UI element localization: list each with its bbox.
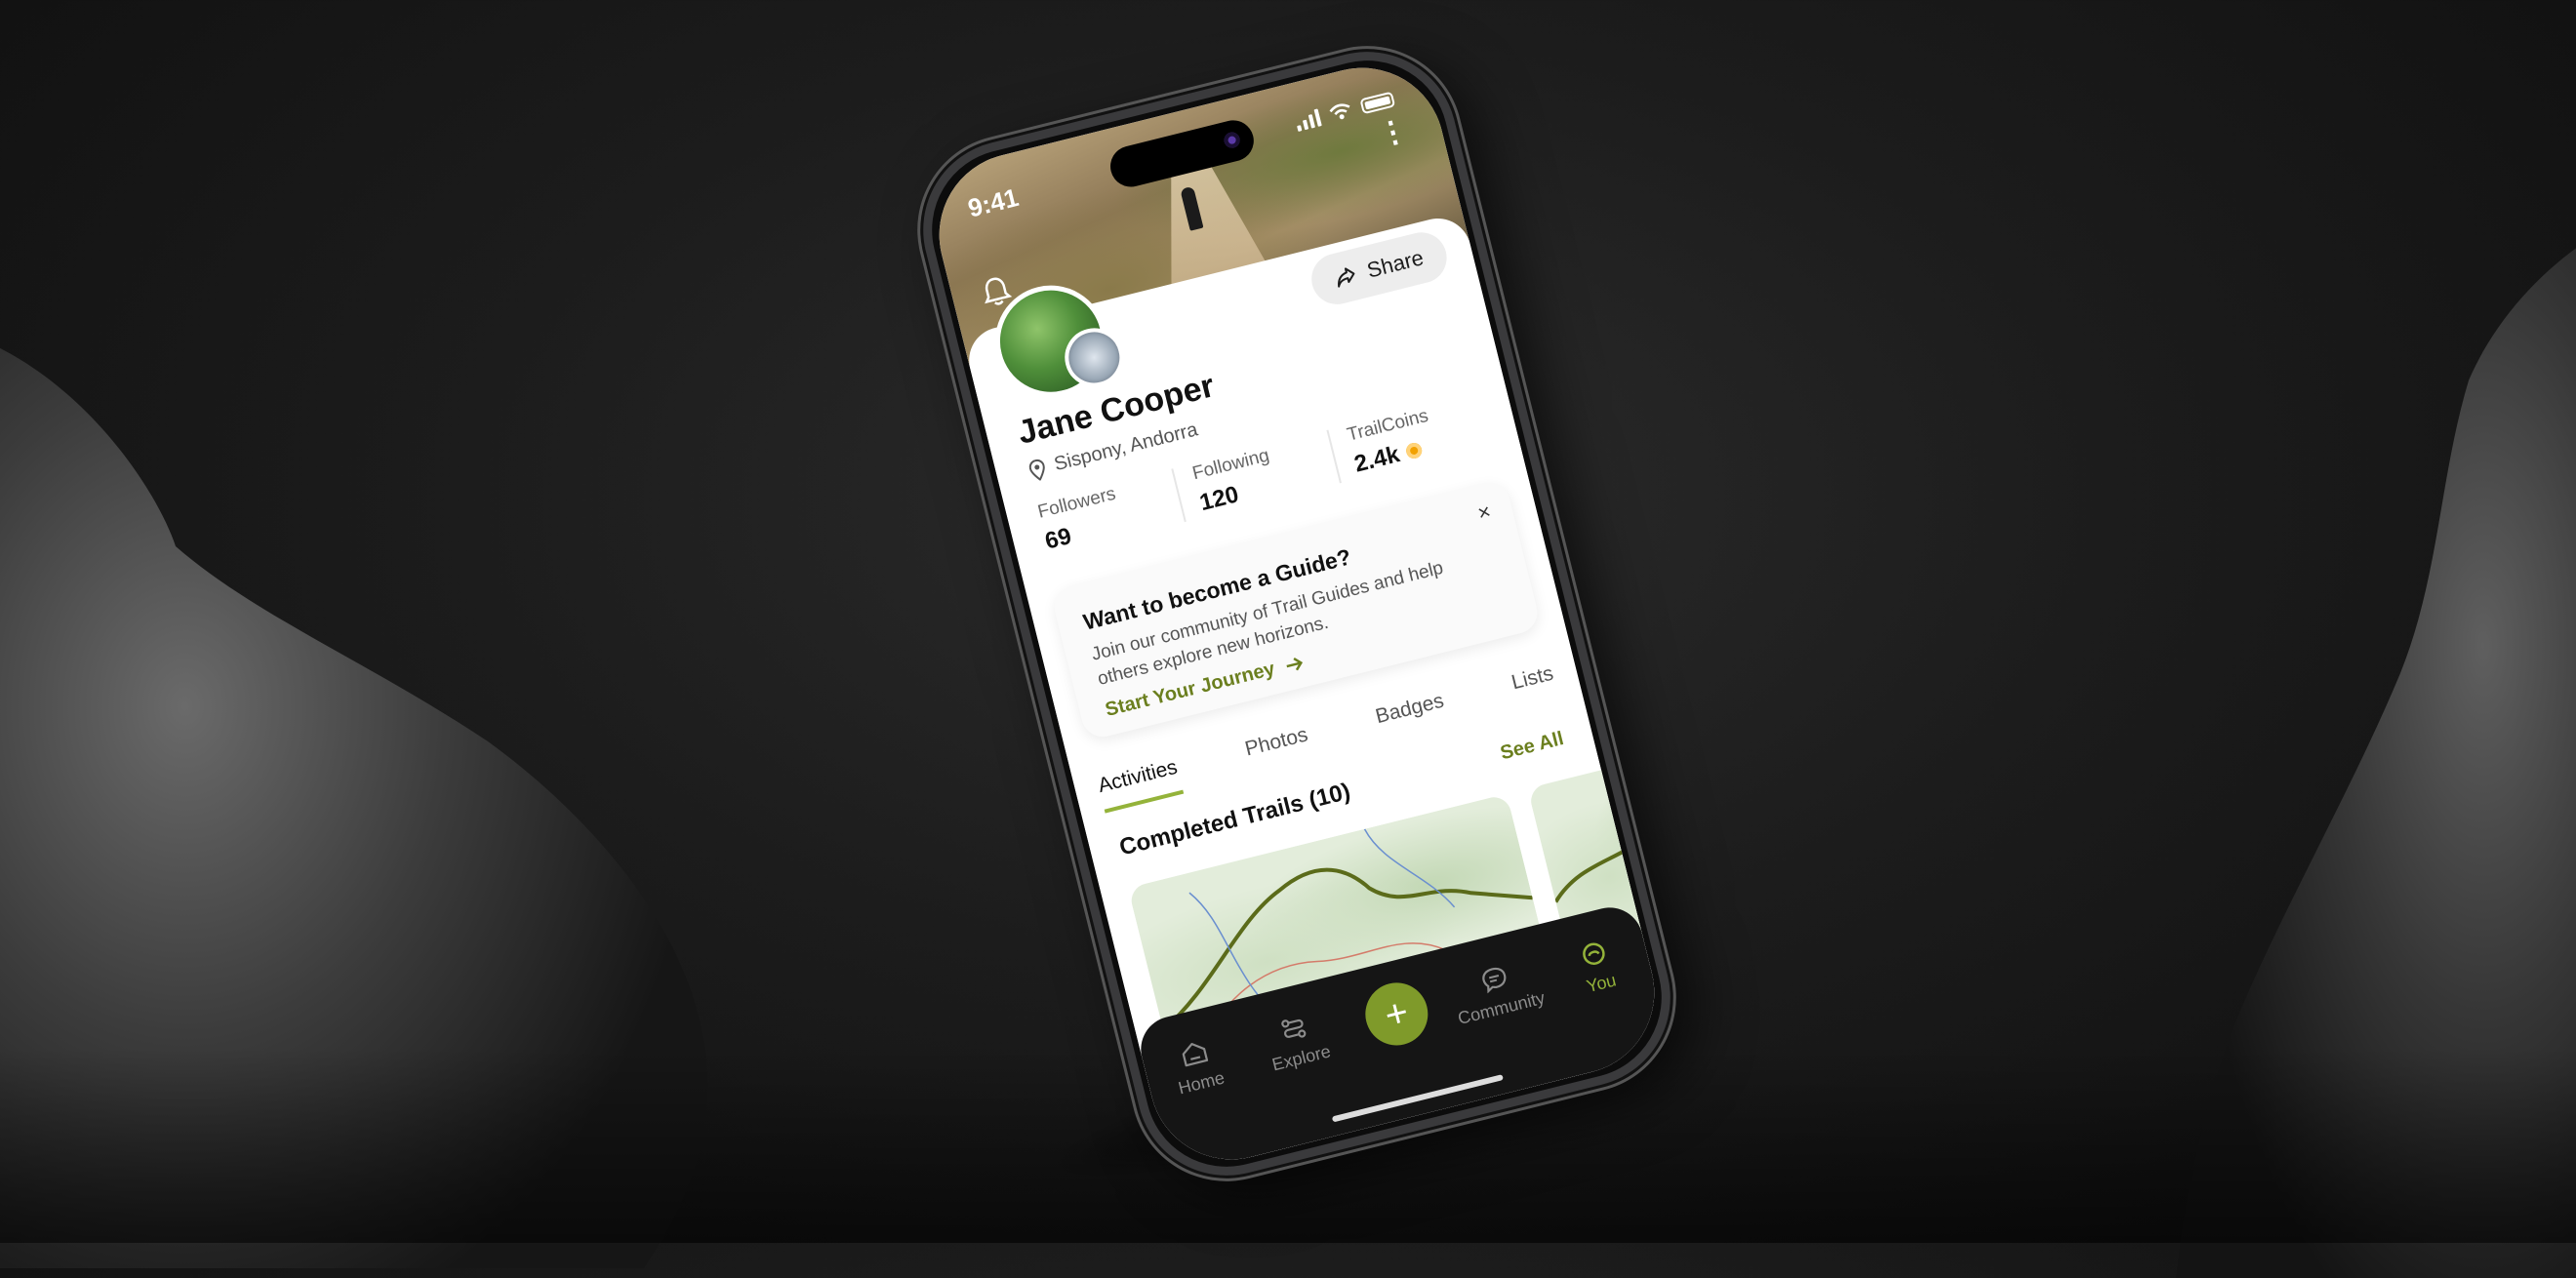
see-all-link[interactable]: See All — [1498, 728, 1566, 765]
arrow-right-icon — [1286, 657, 1304, 670]
stat-following[interactable]: Following 120 — [1190, 429, 1342, 518]
tab-lists[interactable]: Lists — [1509, 662, 1560, 710]
trailcoin-icon — [1404, 441, 1425, 460]
home-indicator — [1331, 1074, 1504, 1123]
camera-indicator-icon — [1222, 130, 1242, 150]
explore-icon — [1281, 1018, 1307, 1038]
phone-frame: 9:41 ⋮ Share Jane Cooper Sispony, Andorr… — [904, 32, 1690, 1195]
tab-badges[interactable]: Badges — [1373, 690, 1450, 744]
stat-followers[interactable]: Followers 69 — [1035, 468, 1187, 556]
tab-photos[interactable]: Photos — [1243, 723, 1314, 777]
nav-label: Home — [1176, 1067, 1227, 1098]
nav-home[interactable]: Home — [1148, 1030, 1247, 1103]
nav-community[interactable]: Community — [1448, 956, 1547, 1029]
tab-activities[interactable]: Activities — [1095, 755, 1185, 814]
location-pin-icon — [1028, 459, 1045, 481]
nav-label: Explore — [1269, 1041, 1333, 1075]
nav-explore[interactable]: Explore — [1248, 1006, 1347, 1079]
stat-trailcoins[interactable]: TrailCoins 2.4k — [1346, 392, 1495, 479]
share-arrow-icon — [1338, 267, 1355, 288]
profile-icon — [1583, 942, 1605, 965]
nav-label: You — [1584, 970, 1619, 997]
chat-icon — [1481, 967, 1506, 994]
home-icon — [1182, 1043, 1208, 1067]
more-options-icon[interactable]: ⋮ — [1375, 113, 1411, 151]
nav-label: Community — [1456, 987, 1548, 1029]
nav-you[interactable]: You — [1549, 931, 1647, 1004]
phone-screen: 9:41 ⋮ Share Jane Cooper Sispony, Andorr… — [921, 50, 1672, 1178]
share-label: Share — [1364, 245, 1427, 283]
nav-add[interactable]: + — [1348, 976, 1447, 1055]
plus-icon: + — [1358, 976, 1435, 1053]
